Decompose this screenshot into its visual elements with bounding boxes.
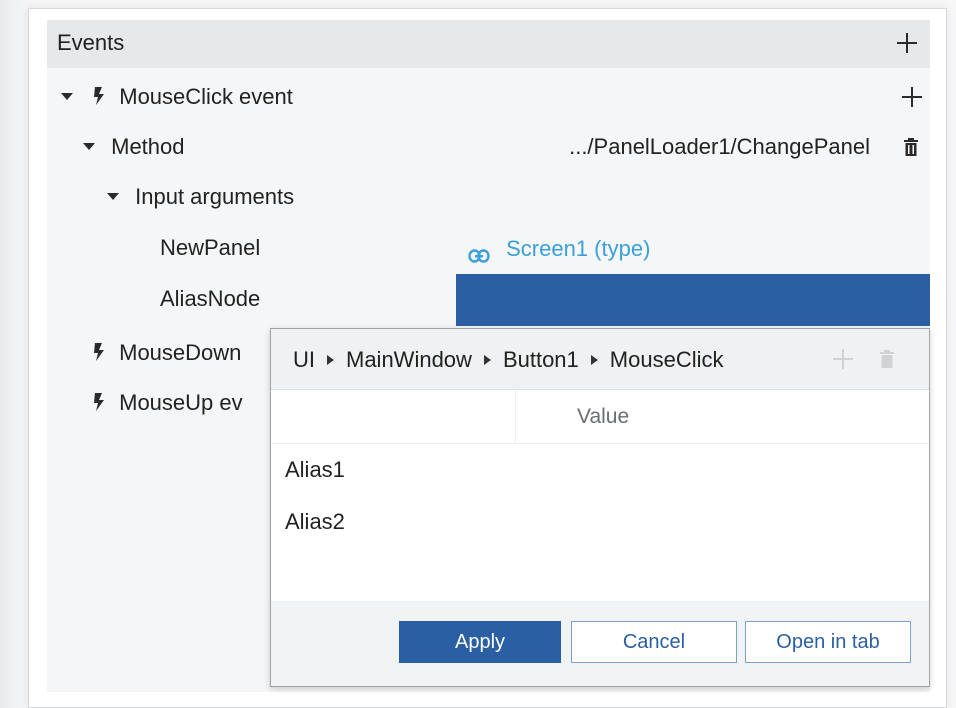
open-in-tab-button[interactable]: Open in tab <box>745 621 911 663</box>
link-icon <box>468 241 490 263</box>
method-value[interactable]: .../PanelLoader1/ChangePanel <box>569 132 870 162</box>
lightning-bolt-icon <box>93 85 105 107</box>
tree-item-label: MouseDown <box>119 340 242 365</box>
alias-list-item[interactable]: Alias1 <box>285 455 345 485</box>
tree-item-mouseup-event[interactable]: MouseUp ev <box>93 388 243 418</box>
apply-button[interactable]: Apply <box>399 621 561 663</box>
trash-icon[interactable] <box>904 138 918 156</box>
dialog-footer: Apply Cancel Open in tab <box>271 601 929 686</box>
alias-picker-dialog: UI MainWindow Button1 MouseClick Value Alia… <box>270 328 930 687</box>
tree-item-label: MouseUp ev <box>119 390 243 415</box>
dialog-header: UI MainWindow Button1 MouseClick <box>271 329 929 390</box>
lightning-bolt-icon <box>93 391 105 413</box>
caret-down-icon[interactable] <box>83 142 95 150</box>
cancel-button[interactable]: Cancel <box>571 621 737 663</box>
caret-down-icon[interactable] <box>107 192 119 200</box>
tree-item-mouseclick-event[interactable]: MouseClick event <box>61 82 293 112</box>
binding-label: Screen1 (type) <box>506 236 651 261</box>
tree-item-method[interactable]: Method <box>83 132 185 162</box>
add-plus-icon[interactable] <box>833 349 853 369</box>
alias-list-item[interactable]: Alias2 <box>285 507 345 537</box>
breadcrumb-separator-icon <box>483 355 491 366</box>
arg-name-newpanel: NewPanel <box>160 235 261 260</box>
breadcrumb-item-ui[interactable]: UI <box>293 347 315 372</box>
newpanel-binding-value[interactable]: Screen1 (type) <box>468 234 650 264</box>
events-title: Events <box>57 30 125 55</box>
arg-name-aliasnode: AliasNode <box>160 286 261 311</box>
breadcrumb-separator-icon <box>590 355 598 366</box>
trash-icon[interactable] <box>880 350 894 368</box>
lightning-bolt-icon <box>93 341 105 363</box>
method-label: Method <box>111 134 185 159</box>
events-header: Events <box>47 20 930 68</box>
add-event-plus-icon[interactable] <box>897 33 917 53</box>
breadcrumb-item-mouseclick[interactable]: MouseClick <box>610 347 724 372</box>
value-column-header: Value <box>577 405 630 428</box>
tree-item-input-arguments[interactable]: Input arguments <box>107 182 294 212</box>
table-header: Value <box>271 390 929 444</box>
tree-item-label: MouseClick event <box>119 84 293 109</box>
breadcrumb-separator-icon <box>327 355 334 366</box>
input-arguments-label: Input arguments <box>135 184 295 209</box>
add-handler-plus-icon[interactable] <box>902 87 922 107</box>
column-divider <box>515 390 516 443</box>
caret-down-icon[interactable] <box>61 92 73 100</box>
breadcrumb-item-button1[interactable]: Button1 <box>503 347 579 372</box>
tree-item-mousedown-event[interactable]: MouseDown <box>93 338 241 368</box>
breadcrumb: UI MainWindow Button1 MouseClick <box>293 347 723 373</box>
aliasnode-value-cell[interactable] <box>456 274 930 326</box>
breadcrumb-item-mainwindow[interactable]: MainWindow <box>346 347 472 372</box>
